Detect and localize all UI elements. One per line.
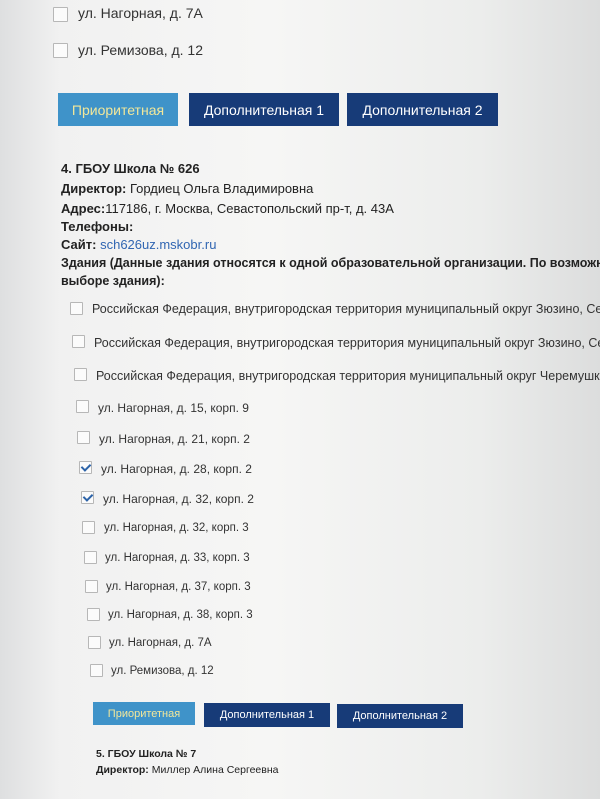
address-line: Адрес:117186, г. Москва, Севастопольский… xyxy=(61,201,394,216)
next-director-line: Директор: Миллер Алина Сергеевна xyxy=(96,764,278,776)
building-checkbox-12[interactable] xyxy=(88,636,101,649)
next-director-label: Директор: xyxy=(96,764,149,776)
building-label-10: ул. Нагорная, д. 37, корп. 3 xyxy=(106,581,251,593)
page: ул. Нагорная, д. 7А ул. Ремизова, д. 12 … xyxy=(0,0,600,799)
phones-label: Телефоны: xyxy=(61,219,134,234)
building-checkbox-5[interactable] xyxy=(77,431,90,444)
top-checkbox-2[interactable] xyxy=(53,43,68,58)
building-label-1: Российская Федерация, внутригородская те… xyxy=(92,302,600,316)
additional-1-button[interactable]: Дополнительная 1 xyxy=(189,93,339,126)
address-value: 117186, г. Москва, Севастопольский пр-т,… xyxy=(105,201,394,216)
additional-1-button-2[interactable]: Дополнительная 1 xyxy=(204,703,330,727)
building-label-7: ул. Нагорная, д. 32, корп. 2 xyxy=(103,492,254,506)
building-label-12: ул. Нагорная, д. 7А xyxy=(109,637,212,649)
building-label-4: ул. Нагорная, д. 15, корп. 9 xyxy=(98,401,249,415)
building-checkbox-7[interactable] xyxy=(81,491,94,504)
director-line: Директор: Гордиец Ольга Владимировна xyxy=(61,181,313,196)
site-label: Сайт: xyxy=(61,237,97,252)
next-director-name: Миллер Алина Сергеевна xyxy=(151,764,279,776)
building-checkbox-2[interactable] xyxy=(72,335,85,348)
site-link[interactable]: sch626uz.mskobr.ru xyxy=(100,237,216,252)
top-checkbox-1[interactable] xyxy=(53,7,68,22)
additional-2-button-2[interactable]: Дополнительная 2 xyxy=(337,704,463,728)
building-label-5: ул. Нагорная, д. 21, корп. 2 xyxy=(99,432,250,446)
buildings-heading-2: выборе здания): xyxy=(61,274,165,288)
priority-button-2[interactable]: Приоритетная xyxy=(93,702,195,725)
school-title: 4. ГБОУ Школа № 626 xyxy=(61,161,200,176)
building-label-13: ул. Ремизова, д. 12 xyxy=(111,665,214,677)
address-label: Адрес: xyxy=(61,201,106,216)
next-school-title: 5. ГБОУ Школа № 7 xyxy=(96,748,197,760)
building-label-11: ул. Нагорная, д. 38, корп. 3 xyxy=(108,609,253,621)
building-label-8: ул. Нагорная, д. 32, корп. 3 xyxy=(104,522,249,534)
building-checkbox-1[interactable] xyxy=(70,302,83,315)
site-line: Сайт: sch626uz.mskobr.ru xyxy=(61,237,216,252)
top-checkbox-label-2: ул. Ремизова, д. 12 xyxy=(78,42,204,58)
building-checkbox-9[interactable] xyxy=(84,551,97,564)
building-checkbox-3[interactable] xyxy=(74,368,87,381)
phones-line: Телефоны: xyxy=(61,219,133,234)
building-checkbox-6[interactable] xyxy=(79,461,92,474)
director-label: Директор: xyxy=(61,181,127,196)
buildings-heading-1: Здания (Данные здания относятся к одной … xyxy=(61,256,600,270)
building-label-6: ул. Нагорная, д. 28, корп. 2 xyxy=(101,462,252,476)
building-checkbox-11[interactable] xyxy=(87,608,100,621)
building-label-2: Российская Федерация, внутригородская те… xyxy=(94,336,600,350)
building-label-9: ул. Нагорная, д. 33, корп. 3 xyxy=(105,552,250,564)
additional-2-button[interactable]: Дополнительная 2 xyxy=(347,93,498,126)
top-checkbox-label-1: ул. Нагорная, д. 7А xyxy=(78,5,203,21)
director-name: Гордиец Ольга Владимировна xyxy=(129,181,314,196)
building-label-3: Российская Федерация, внутригородская те… xyxy=(96,369,600,383)
priority-button[interactable]: Приоритетная xyxy=(58,93,178,126)
building-checkbox-13[interactable] xyxy=(90,664,103,677)
building-checkbox-10[interactable] xyxy=(85,580,98,593)
building-checkbox-8[interactable] xyxy=(82,521,95,534)
building-checkbox-4[interactable] xyxy=(76,400,89,413)
